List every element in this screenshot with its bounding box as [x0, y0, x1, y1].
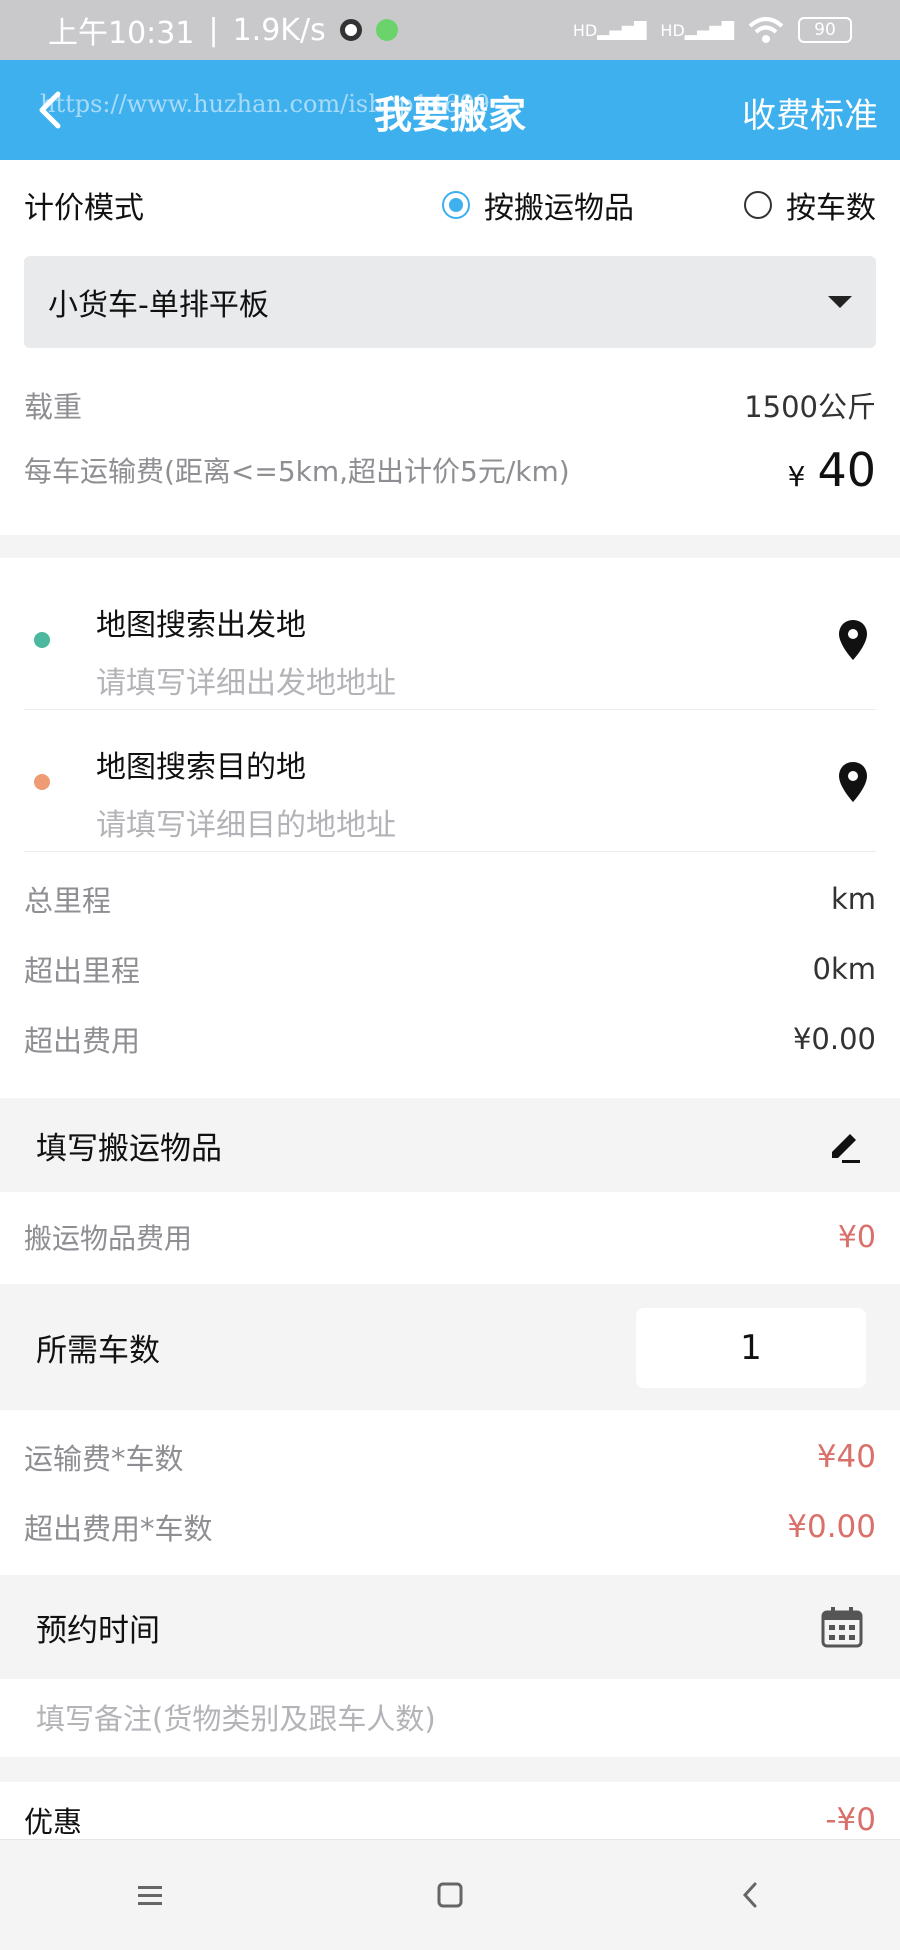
status-time: 上午10:31 — [48, 16, 195, 51]
location-pin-icon[interactable] — [836, 760, 870, 804]
transport-times-trucks-row: 运输费*车数 ¥40 — [24, 1439, 876, 1476]
system-nav-bar — [0, 1840, 900, 1950]
discount-row: 优惠 -¥0 — [24, 1802, 876, 1839]
chevron-down-icon — [828, 296, 852, 308]
home-button[interactable] — [420, 1865, 480, 1925]
location-pin-icon[interactable] — [836, 618, 870, 662]
pricing-mode-label: 计价模式 — [24, 191, 144, 226]
signal-icon: HD▂▄▆█ — [572, 20, 647, 40]
destination-dot-icon — [34, 774, 50, 790]
back-button[interactable] — [720, 1865, 780, 1925]
edit-pencil-icon[interactable] — [826, 1126, 864, 1164]
notes-input[interactable]: 填写备注(货物类别及跟车人数) — [36, 1696, 436, 1738]
pricing-standard-link[interactable]: 收费标准 — [742, 88, 878, 137]
signal-icon-2: HD▂▄▆█ — [660, 20, 734, 40]
wechat-icon — [375, 19, 398, 41]
total-mileage-row: 总里程 km — [24, 882, 876, 918]
transport-fee-row: 每车运输费(距离<=5km,超出计价5元/km) ¥ 40 — [24, 443, 876, 497]
transport-fee-value: 40 — [817, 443, 876, 497]
nav-bar: https://www.huzhan.com/ishop14609 我要搬家 收… — [0, 60, 900, 160]
wifi-icon — [748, 17, 784, 43]
status-speed: 1.9K/s — [232, 12, 326, 48]
truck-count-row: 所需车数 1 — [0, 1284, 900, 1410]
origin-address-row[interactable]: 地图搜索出发地 请填写详细出发地地址 — [24, 570, 876, 710]
radio-by-trucks[interactable]: 按车数 — [744, 183, 876, 227]
battery-icon: 90 — [798, 17, 852, 43]
origin-dot-icon — [34, 632, 50, 648]
home-square-icon — [437, 1882, 463, 1908]
radio-unchecked-icon — [744, 191, 772, 219]
destination-address-row[interactable]: 地图搜索目的地 请填写详细目的地地址 — [24, 712, 876, 852]
truck-count-input[interactable]: 1 — [636, 1308, 866, 1388]
calendar-icon[interactable] — [820, 1605, 864, 1649]
pricing-mode-row: 计价模式 按搬运物品 按车数 — [24, 180, 876, 230]
radio-by-items[interactable]: 按搬运物品 — [442, 183, 634, 227]
menu-icon — [138, 1886, 162, 1905]
radio-checked-icon — [442, 191, 470, 219]
truck-type-select[interactable]: 小货车-单排平板 — [24, 256, 876, 348]
qq-icon — [339, 19, 362, 41]
fill-items-row[interactable]: 填写搬运物品 — [0, 1098, 900, 1192]
booking-time-row[interactable]: 预约时间 — [0, 1575, 900, 1679]
extra-fee-row: 超出费用 ¥0.00 — [24, 1022, 876, 1058]
status-bar: 上午10:31 | 1.9K/s HD▂▄▆█ HD▂▄▆█ 90 — [0, 0, 900, 60]
load-row: 载重 1500公斤 — [24, 390, 876, 424]
items-fee-row: 搬运物品费用 ¥0 — [24, 1219, 876, 1256]
menu-button[interactable] — [120, 1865, 180, 1925]
extra-times-trucks-row: 超出费用*车数 ¥0.00 — [24, 1509, 876, 1546]
extra-mileage-row: 超出里程 0km — [24, 952, 876, 988]
back-chevron-icon — [742, 1882, 757, 1908]
